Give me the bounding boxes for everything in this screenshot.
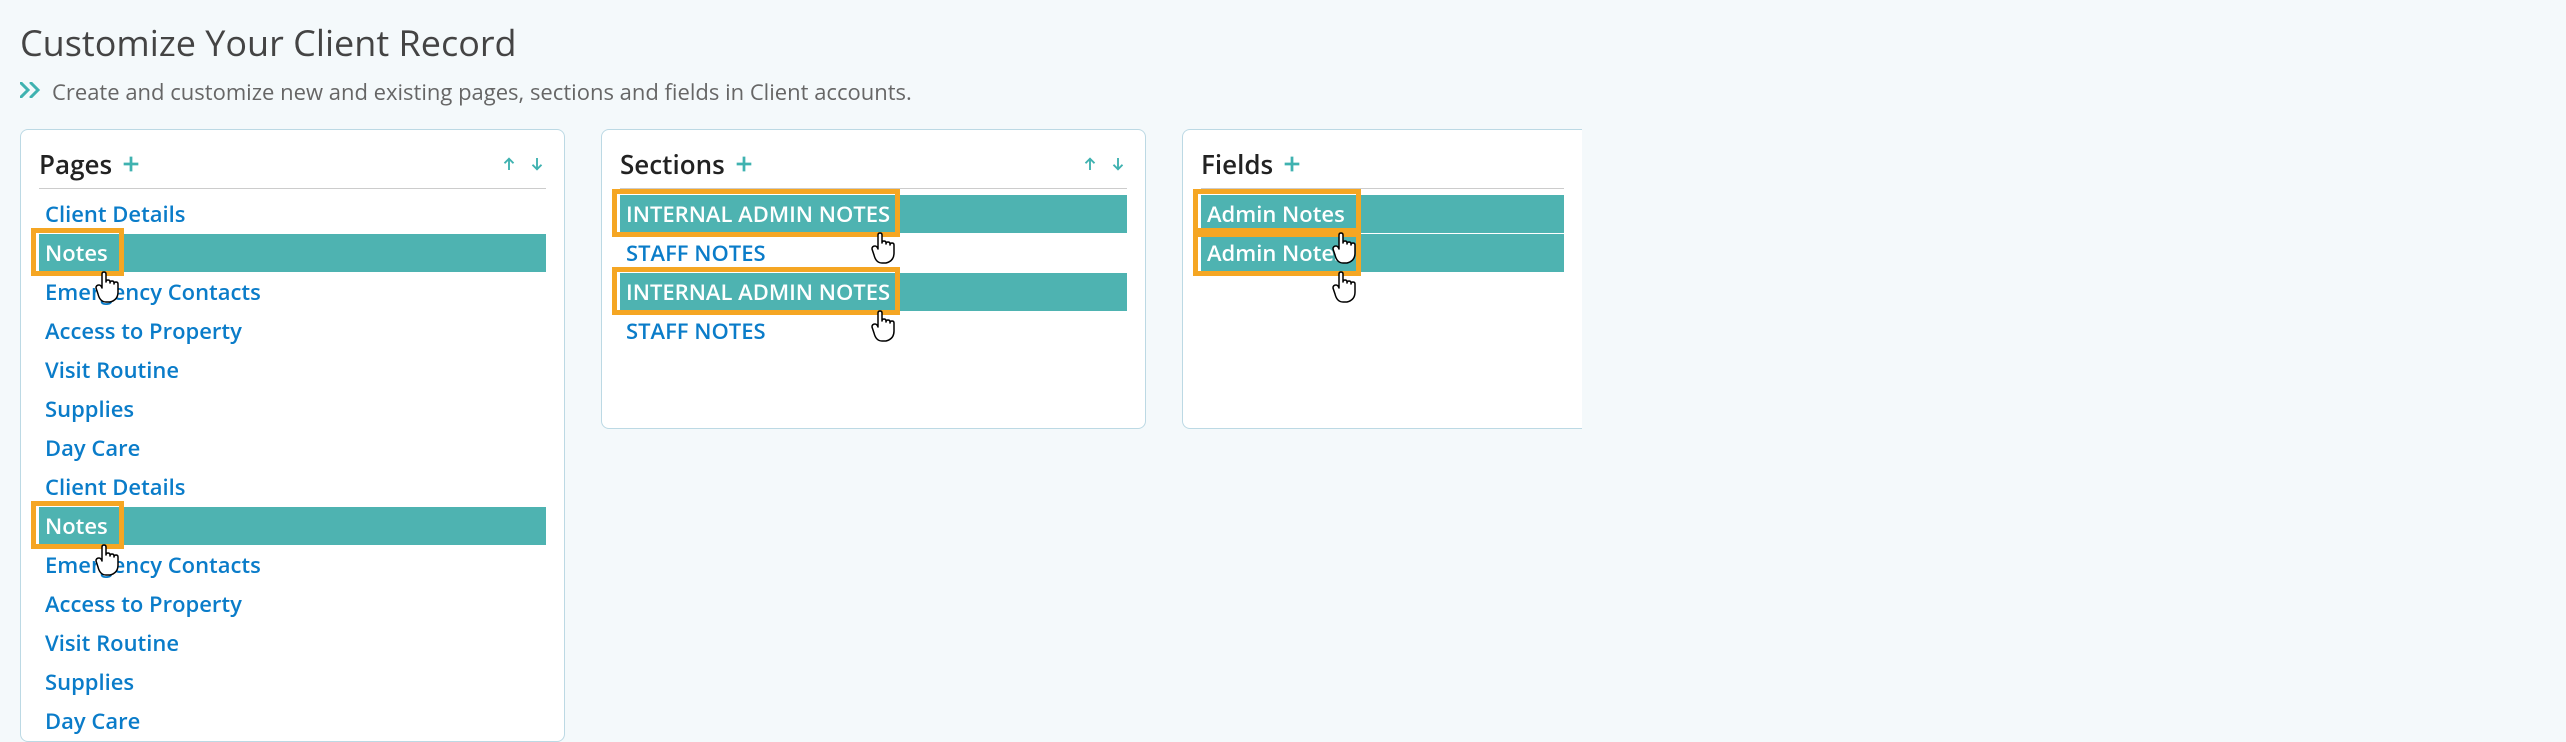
panel-header-sections: Sections [620,146,1127,189]
list-item-label: INTERNAL ADMIN NOTES [626,277,890,307]
list-item[interactable]: Supplies [39,663,546,701]
list-item-label: Admin Notes [1207,238,1345,268]
list-item-label: Supplies [45,394,134,424]
panel-header-fields: Fields [1201,146,1564,189]
move-down-button[interactable] [528,155,546,173]
list-item[interactable]: Access to Property [39,585,546,623]
list-item[interactable]: Emergency Contacts [39,546,546,584]
list-item[interactable]: Admin Notes [1201,234,1564,272]
list-item-label: Client Details [45,472,186,502]
list-item[interactable]: Client Details [39,468,546,506]
list-item[interactable]: Notes [39,507,546,545]
cursor-pointer-icon [1329,270,1359,306]
panel-sections: Sections INTERNAL ADMIN NOTES STAFF NOTES… [601,129,1146,429]
panel-title-pages: Pages [39,146,112,182]
sections-list: INTERNAL ADMIN NOTES STAFF NOTES INTERNAL … [620,195,1127,350]
list-item-label: Visit Routine [45,355,179,385]
move-down-button[interactable] [1109,155,1127,173]
list-item-label: Day Care [45,433,140,463]
list-item[interactable]: INTERNAL ADMIN NOTES [620,195,1127,233]
list-item[interactable]: Access to Property [39,312,546,350]
panel-title-fields: Fields [1201,146,1273,182]
double-chevron-icon [20,80,42,104]
list-item[interactable]: STAFF NOTES [620,312,1127,350]
list-item[interactable]: Admin Notes [1201,195,1564,233]
move-up-button[interactable] [500,155,518,173]
panel-pages: Pages Client Details Notes Emergency Conta… [20,129,565,742]
list-item-label: Visit Routine [45,628,179,658]
list-item-label: STAFF NOTES [626,316,766,346]
move-up-button[interactable] [1081,155,1099,173]
list-item[interactable]: Client Details [39,195,546,233]
list-item-label: Day Care [45,706,140,736]
list-item-label: Access to Property [45,589,242,619]
panel-fields: Fields Admin Notes Admin Notes [1182,129,1582,429]
list-item[interactable]: Day Care [39,429,546,467]
list-item[interactable]: Day Care [39,702,546,740]
list-item[interactable]: INTERNAL ADMIN NOTES [620,273,1127,311]
list-item[interactable]: Visit Routine [39,624,546,662]
page-title: Customize Your Client Record [20,18,2546,67]
list-item-label: Supplies [45,667,134,697]
list-item[interactable]: STAFF NOTES [620,234,1127,272]
page-hint-row: Create and customize new and existing pa… [20,77,2546,107]
list-item[interactable]: Notes [39,234,546,272]
list-item-label: Admin Notes [1207,199,1345,229]
add-field-button[interactable] [1281,153,1303,175]
list-item-label: Access to Property [45,316,242,346]
panel-header-pages: Pages [39,146,546,189]
panel-title-sections: Sections [620,146,725,182]
panel-container: Pages Client Details Notes Emergency Conta… [20,129,2546,742]
list-item[interactable]: Visit Routine [39,351,546,389]
list-item-label: Notes [45,511,108,541]
list-item[interactable]: Supplies [39,390,546,428]
pages-list: Client Details Notes Emergency Contacts Acc… [39,195,546,740]
add-section-button[interactable] [733,153,755,175]
list-item[interactable]: Emergency Contacts [39,273,546,311]
list-item-label: Emergency Contacts [45,550,261,580]
list-item-label: Notes [45,238,108,268]
add-page-button[interactable] [120,153,142,175]
list-item-label: INTERNAL ADMIN NOTES [626,199,890,229]
page-hint-text: Create and customize new and existing pa… [52,77,912,107]
fields-list: Admin Notes Admin Notes [1201,195,1564,272]
list-item-label: Emergency Contacts [45,277,261,307]
list-item-label: STAFF NOTES [626,238,766,268]
list-item-label: Client Details [45,199,186,229]
